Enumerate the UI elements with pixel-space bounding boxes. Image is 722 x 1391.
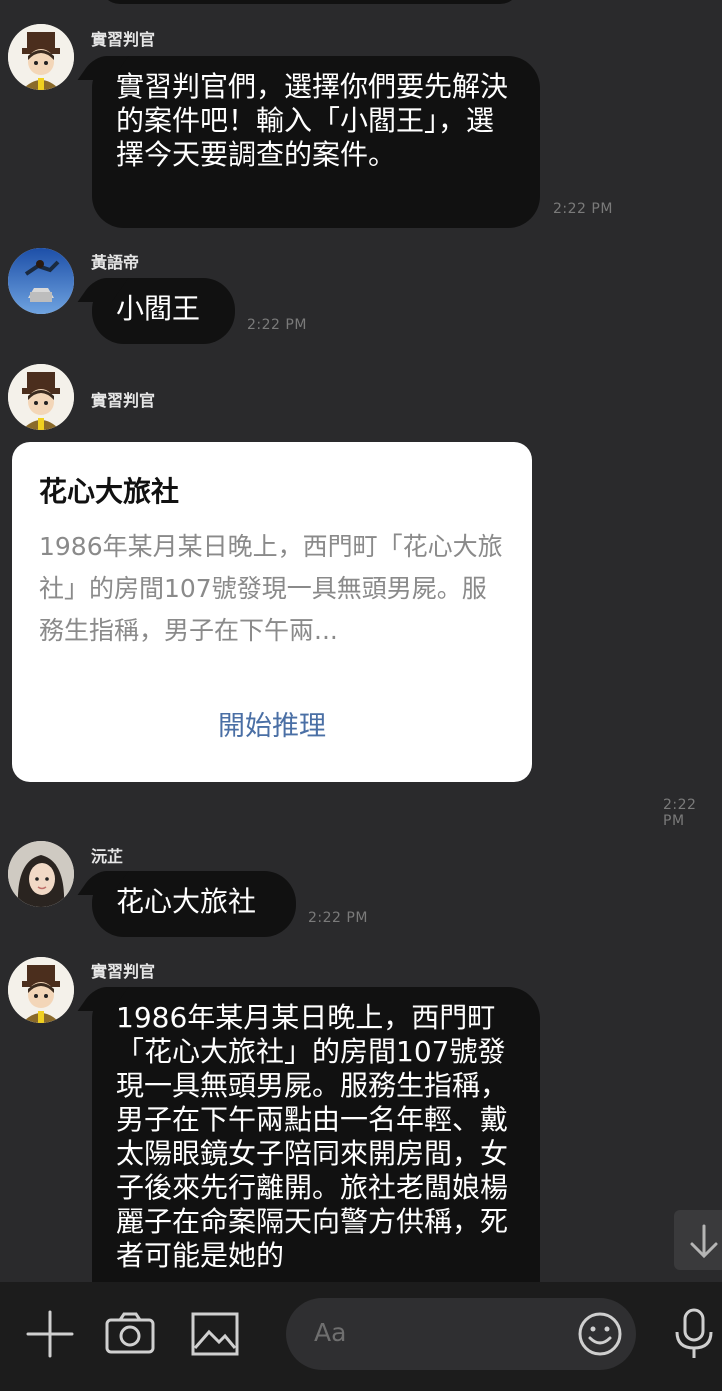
message-input-placeholder: Aa xyxy=(314,1318,347,1347)
message-text: 實習判官們，選擇你們要先解決的案件吧！輸入「小閻王」，選擇今天要調查的案件。 xyxy=(116,70,509,171)
gallery-button[interactable] xyxy=(187,1306,243,1362)
message-bubble[interactable]: 小閻王 xyxy=(92,278,235,344)
message-time: 2:22 PM xyxy=(553,201,613,217)
scroll-to-bottom-button[interactable] xyxy=(674,1210,722,1270)
plus-icon xyxy=(26,1310,74,1358)
emoji-button[interactable] xyxy=(576,1310,624,1358)
avatar-judge[interactable] xyxy=(8,24,74,90)
microphone-button[interactable] xyxy=(666,1306,722,1362)
message-text: 1986年某月某日晚上，西門町「花心大旅社」的房間107號發現一具無頭男屍。服務… xyxy=(116,1001,509,1272)
message-text: 小閻王 xyxy=(116,292,201,325)
microphone-icon xyxy=(675,1308,713,1358)
add-button[interactable] xyxy=(22,1306,78,1362)
message-bubble[interactable]: 花心大旅社 xyxy=(92,871,296,937)
sender-name: 實習判官 xyxy=(91,391,156,410)
composer-bar: Aa xyxy=(0,1282,722,1391)
card-title: 花心大旅社 xyxy=(39,475,180,508)
image-icon xyxy=(191,1312,239,1356)
emoji-icon xyxy=(578,1312,622,1356)
sender-name: 黃語帝 xyxy=(91,253,140,272)
camera-icon xyxy=(105,1312,155,1354)
chat-area[interactable]: 實習判官 實習判官們，選擇你們要先解決的案件吧！輸入「小閻王」，選擇今天要調查的… xyxy=(0,0,722,1282)
sender-name: 實習判官 xyxy=(91,962,156,981)
case-card[interactable]: 花心大旅社 1986年某月某日晚上，西門町「花心大旅社」的房間107號發現一具無… xyxy=(12,442,532,782)
message-input[interactable]: Aa xyxy=(286,1298,636,1370)
message-time: 2:22 PM xyxy=(247,317,307,333)
previous-message-bubble xyxy=(100,0,520,4)
message-bubble[interactable]: 實習判官們，選擇你們要先解決的案件吧！輸入「小閻王」，選擇今天要調查的案件。 xyxy=(92,56,540,228)
arrow-down-icon xyxy=(690,1224,718,1259)
message-time: 2:22 PM xyxy=(308,910,368,926)
avatar-user-huang[interactable] xyxy=(8,248,74,314)
message-text: 花心大旅社 xyxy=(116,885,257,918)
sender-name: 沅芷 xyxy=(91,847,124,866)
message-bubble[interactable]: 1986年某月某日晚上，西門町「花心大旅社」的房間107號發現一具無頭男屍。服務… xyxy=(92,987,540,1282)
message-time: 2:22 PM xyxy=(663,797,697,829)
avatar-judge[interactable] xyxy=(8,364,74,430)
sender-name: 實習判官 xyxy=(91,30,156,49)
card-description: 1986年某月某日晚上，西門町「花心大旅社」的房間107號發現一具無頭男屍。服務… xyxy=(39,532,503,645)
avatar-judge[interactable] xyxy=(8,957,74,1023)
camera-button[interactable] xyxy=(102,1306,158,1362)
avatar-user-yuanzhi[interactable] xyxy=(8,841,74,907)
start-reasoning-button[interactable]: 開始推理 xyxy=(12,704,532,743)
